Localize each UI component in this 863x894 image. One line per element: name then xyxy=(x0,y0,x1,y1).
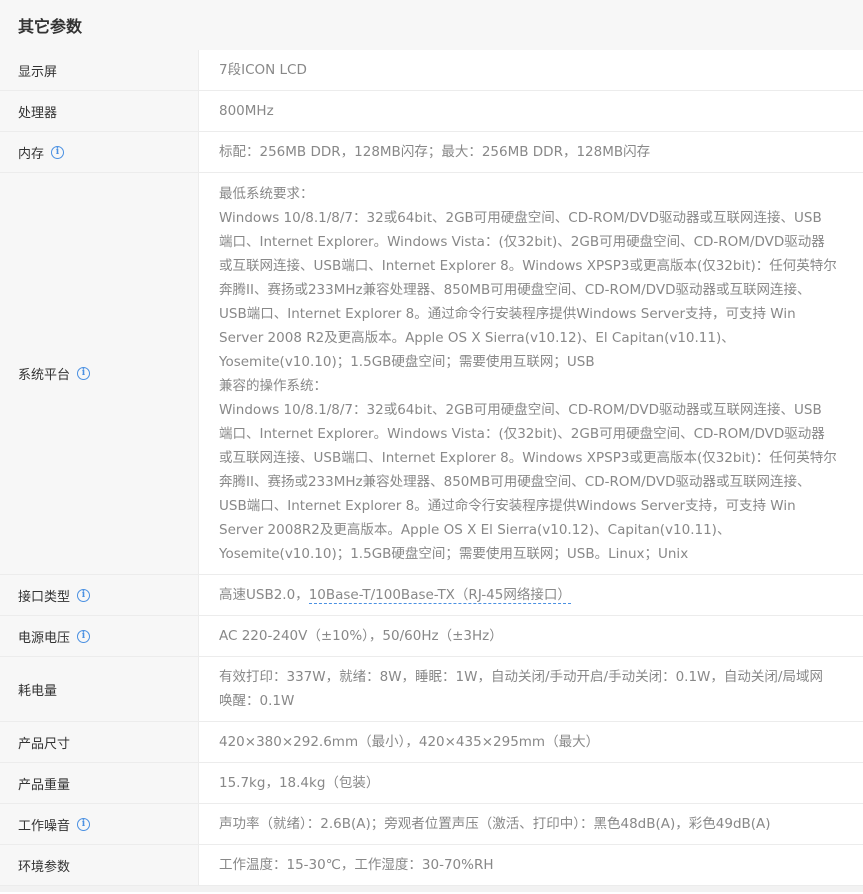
spec-label-text: 产品尺寸 xyxy=(18,736,71,752)
spec-value-line: 端口、Internet Explorer。Windows Vista：(仅32b… xyxy=(219,233,825,250)
spec-value-line: USB端口、Internet Explorer 8。通过命令行安装程序提供Win… xyxy=(219,305,796,322)
info-circle-icon[interactable]: i xyxy=(51,145,65,159)
spec-value-text: 7段ICON LCD xyxy=(219,62,307,78)
spec-value: 最低系统要求： Windows 10/8.1/8/7：32或64bit、2GB可… xyxy=(199,173,863,574)
info-circle-icon[interactable]: i xyxy=(77,817,91,831)
spec-value-line: 奔腾II、赛扬或233MHz兼容处理器、850MB可用硬盘空间、CD-ROM/D… xyxy=(219,473,811,490)
section-title: 其它参数 xyxy=(18,17,83,36)
spec-row-interface: 接口类型 i 高速USB2.0，10Base-T/100Base-TX（RJ-4… xyxy=(0,575,863,616)
spec-value: 高速USB2.0，10Base-T/100Base-TX（RJ-45网络接口） xyxy=(199,575,863,615)
spec-value-line: 或互联网连接、USB端口、Internet Explorer 8。Windows… xyxy=(219,449,837,466)
spec-label: 耗电量 xyxy=(0,657,199,721)
spec-value-line: Yosemite(v10.10)；1.5GB硬盘空间；需要使用互联网；USB。L… xyxy=(219,545,689,562)
spec-label-text: 接口类型 xyxy=(18,589,71,605)
spec-label-text: 处理器 xyxy=(18,105,58,121)
spec-value: 标配：256MB DDR，128MB闪存；最大：256MB DDR，128MB闪… xyxy=(199,132,863,172)
spec-label: 工作噪音 i xyxy=(0,804,199,844)
spec-label-text: 环境参数 xyxy=(18,859,71,875)
spec-value-line: Windows 10/8.1/8/7：32或64bit、2GB可用硬盘空间、CD… xyxy=(219,209,822,226)
spec-label: 接口类型 i xyxy=(0,575,199,615)
spec-value-text: 工作温度：15-30℃，工作湿度：30-70%RH xyxy=(219,857,494,873)
spec-row-environment: 环境参数 工作温度：15-30℃，工作湿度：30-70%RH xyxy=(0,845,863,886)
spec-value-text: AC 220-240V（±10%），50/60Hz（±3Hz） xyxy=(219,628,503,644)
spec-value: 420×380×292.6mm（最小），420×435×295mm（最大） xyxy=(199,722,863,762)
spec-row-platform: 系统平台 i 最低系统要求： Windows 10/8.1/8/7：32或64b… xyxy=(0,173,863,575)
spec-row-noise: 工作噪音 i 声功率（就绪）：2.6B(A)；旁观者位置声压（激活、打印中）：黑… xyxy=(0,804,863,845)
spec-value-text: 声功率（就绪）：2.6B(A)；旁观者位置声压（激活、打印中）：黑色48dB(A… xyxy=(219,816,771,832)
spec-label-text: 工作噪音 xyxy=(18,818,71,834)
spec-row-memory: 内存 i 标配：256MB DDR，128MB闪存；最大：256MB DDR，1… xyxy=(0,132,863,173)
spec-row-power: 耗电量 有效打印：337W，就绪：8W，睡眠：1W，自动关闭/手动开启/手动关闭… xyxy=(0,657,863,722)
spec-value-prefix: 高速USB2.0， xyxy=(219,587,309,603)
spec-label-text: 系统平台 xyxy=(18,368,71,383)
spec-value-line: 奔腾II、赛扬或233MHz兼容处理器、850MB可用硬盘空间、CD-ROM/D… xyxy=(219,281,811,298)
info-circle-icon[interactable]: i xyxy=(77,629,91,643)
spec-label: 电源电压 i xyxy=(0,616,199,656)
spec-label: 系统平台 i xyxy=(0,173,199,574)
spec-value-line: 唤醒：0.1W xyxy=(219,693,295,709)
spec-value: 800MHz xyxy=(199,91,863,131)
spec-label: 产品重量 xyxy=(0,763,199,803)
spec-value: 有效打印：337W，就绪：8W，睡眠：1W，自动关闭/手动开启/手动关闭：0.1… xyxy=(199,657,863,721)
spec-label-text: 电源电压 xyxy=(18,630,71,646)
spec-label: 显示屏 xyxy=(0,50,199,90)
spec-value-line: 端口、Internet Explorer。Windows Vista：(仅32b… xyxy=(219,425,825,442)
spec-value-text: 800MHz xyxy=(219,103,274,119)
spec-label-text: 耗电量 xyxy=(18,683,58,699)
spec-value-line: Server 2008 R2及更高版本。Apple OS X Sierra(v1… xyxy=(219,329,735,346)
spec-label-text: 内存 xyxy=(18,146,45,162)
spec-value: 声功率（就绪）：2.6B(A)；旁观者位置声压（激活、打印中）：黑色48dB(A… xyxy=(199,804,863,844)
spec-value: 7段ICON LCD xyxy=(199,50,863,90)
spec-label-text: 产品重量 xyxy=(18,777,71,793)
spec-label: 环境参数 xyxy=(0,845,199,885)
spec-value-line: Server 2008R2及更高版本。Apple OS X El Sierra(… xyxy=(219,521,731,538)
spec-row-processor: 处理器 800MHz xyxy=(0,91,863,132)
spec-value-line: 有效打印：337W，就绪：8W，睡眠：1W，自动关闭/手动开启/手动关闭：0.1… xyxy=(219,669,823,685)
spec-row-voltage: 电源电压 i AC 220-240V（±10%），50/60Hz（±3Hz） xyxy=(0,616,863,657)
spec-label-text: 显示屏 xyxy=(18,64,58,80)
spec-row-size: 产品尺寸 420×380×292.6mm（最小），420×435×295mm（最… xyxy=(0,722,863,763)
info-circle-icon[interactable]: i xyxy=(77,367,91,380)
spec-value-line: 兼容的操作系统： xyxy=(219,377,327,394)
spec-value-text: 420×380×292.6mm（最小），420×435×295mm（最大） xyxy=(219,734,600,750)
footer-divider xyxy=(0,886,863,892)
spec-label: 产品尺寸 xyxy=(0,722,199,762)
spec-value: 15.7kg，18.4kg（包装） xyxy=(199,763,863,803)
spec-row-weight: 产品重量 15.7kg，18.4kg（包装） xyxy=(0,763,863,804)
spec-value-text: 高速USB2.0，10Base-T/100Base-TX（RJ-45网络接口） xyxy=(219,583,849,607)
interface-tooltip-link[interactable]: 10Base-T/100Base-TX（RJ-45网络接口） xyxy=(308,587,571,604)
spec-value-text: 15.7kg，18.4kg（包装） xyxy=(219,775,380,791)
spec-value: 工作温度：15-30℃，工作湿度：30-70%RH xyxy=(199,845,863,885)
spec-value-line: USB端口、Internet Explorer 8。通过命令行安装程序提供Win… xyxy=(219,497,796,514)
info-circle-icon[interactable]: i xyxy=(77,588,91,602)
spec-value-line: 最低系统要求： xyxy=(219,185,314,202)
spec-value-line: Windows 10/8.1/8/7：32或64bit、2GB可用硬盘空间、CD… xyxy=(219,401,822,418)
section-header: 其它参数 xyxy=(0,0,863,50)
spec-value: AC 220-240V（±10%），50/60Hz（±3Hz） xyxy=(199,616,863,656)
spec-row-display: 显示屏 7段ICON LCD xyxy=(0,50,863,91)
spec-label: 处理器 xyxy=(0,91,199,131)
spec-value-line: 或互联网连接、USB端口、Internet Explorer 8。Windows… xyxy=(219,257,837,274)
spec-value-text: 标配：256MB DDR，128MB闪存；最大：256MB DDR，128MB闪… xyxy=(219,144,651,160)
spec-value-line: Yosemite(v10.10)；1.5GB硬盘空间；需要使用互联网；USB xyxy=(219,353,595,370)
spec-table: 显示屏 7段ICON LCD 处理器 800MHz 内存 i 标配：256MB … xyxy=(0,50,863,886)
spec-label: 内存 i xyxy=(0,132,199,172)
